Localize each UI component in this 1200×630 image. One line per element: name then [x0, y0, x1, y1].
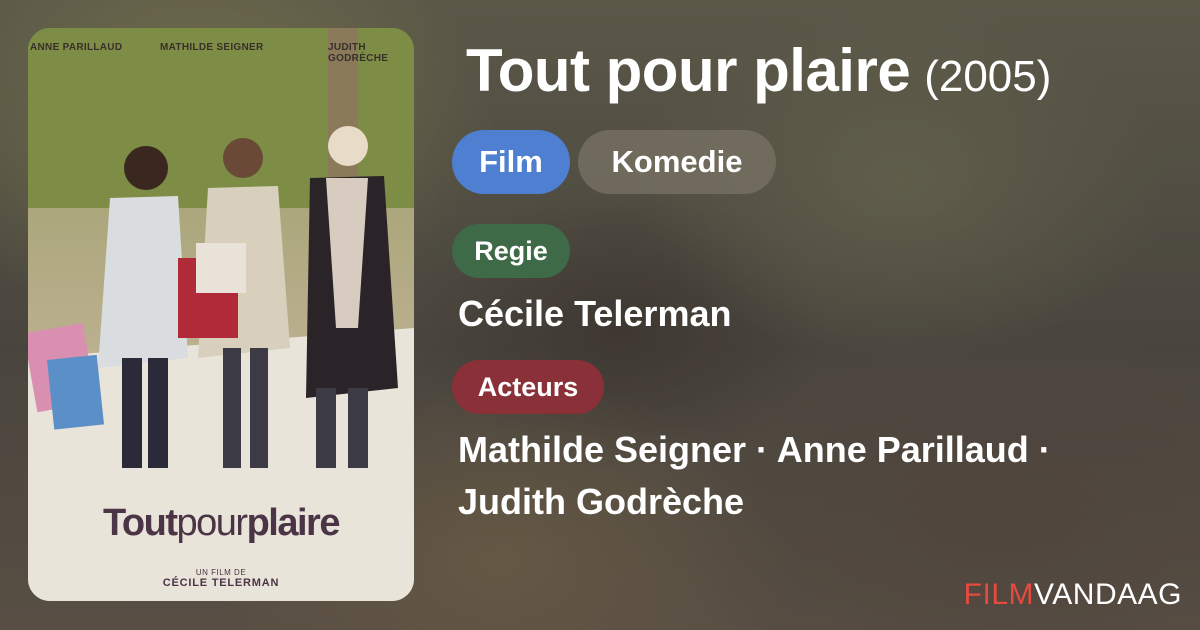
movie-title: Tout pour plaire — [466, 37, 911, 104]
poster-credit-3: JUDITH GODRÈCHE — [328, 42, 389, 64]
movie-year: (2005) — [924, 52, 1052, 101]
filmvandaag-logo[interactable]: FILMVANDAAG — [964, 578, 1182, 612]
poster-title-part-1: Tout — [103, 502, 178, 544]
poster-director-name: CÉCILE TELERMAN — [162, 577, 280, 589]
brand-part-1: FILM — [963, 578, 1035, 611]
poster-title: Toutpourplaire — [28, 502, 414, 545]
brand-part-2: VANDAAG — [1034, 578, 1182, 611]
genre-tag-komedie[interactable]: Komedie — [578, 130, 776, 194]
type-tag-film[interactable]: Film — [452, 130, 570, 194]
cast-label: Acteurs — [452, 360, 604, 414]
poster-title-part-2: pour — [176, 502, 249, 544]
poster-director: UN FILM DE CÉCILE TELERMAN — [28, 568, 414, 589]
poster-credits: ANNE PARILLAUD MATHILDE SEIGNER JUDITH G… — [28, 42, 414, 64]
director-name[interactable]: Cécile Telerman — [458, 288, 731, 340]
poster-credit-1: ANNE PARILLAUD — [30, 42, 123, 53]
director-label: Regie — [452, 224, 570, 278]
movie-poster[interactable]: ANNE PARILLAUD MATHILDE SEIGNER JUDITH G… — [28, 28, 414, 601]
poster-credit-2: MATHILDE SEIGNER — [160, 42, 264, 53]
poster-title-part-3: plaire — [246, 502, 341, 544]
movie-title-row: Tout pour plaire (2005) — [466, 36, 1051, 105]
poster-director-prefix: UN FILM DE — [195, 568, 247, 577]
cast-names[interactable]: Mathilde Seigner · Anne Parillaud · Judi… — [458, 424, 1138, 528]
